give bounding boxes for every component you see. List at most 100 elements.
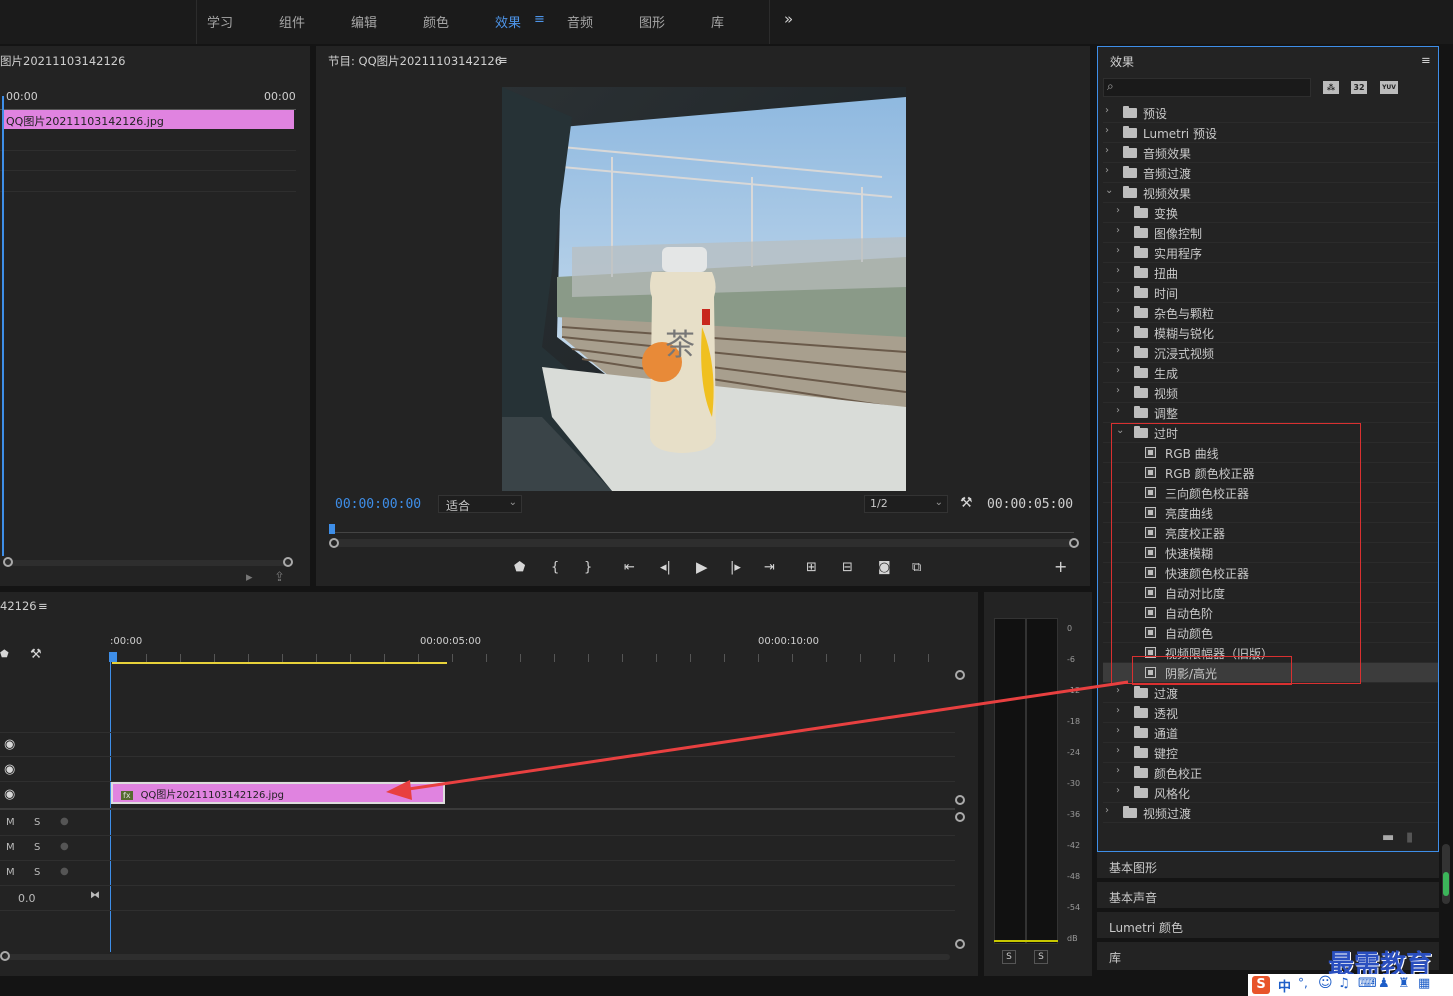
new-folder-icon[interactable]: ▬ [1382, 831, 1394, 845]
export-frame-icon[interactable]: ◙ [878, 561, 891, 575]
workspace-tab-color[interactable]: 颜色 [423, 12, 449, 31]
effects-tree-item[interactable]: ⌄ 过时 [1103, 423, 1438, 443]
32bit-effects-icon[interactable]: 32 [1351, 81, 1367, 94]
go-to-out-icon[interactable]: ⇥ [764, 561, 775, 575]
chevron-down-icon[interactable]: ⌄ [1105, 185, 1113, 196]
ime-language-toggle[interactable]: 中 [1278, 976, 1291, 995]
scroll-handle[interactable] [955, 939, 965, 949]
microphone-icon[interactable]: ● [60, 816, 69, 827]
solo-button[interactable]: S [34, 867, 40, 878]
program-scrollbar[interactable] [332, 539, 1074, 547]
accelerated-effects-icon[interactable]: ⁂ [1323, 81, 1339, 94]
effects-tree-item[interactable]: › 杂色与颗粒 [1103, 303, 1438, 323]
skin-icon[interactable]: ♜ [1398, 976, 1410, 991]
zoom-dropdown[interactable]: 适合 ⌄ [438, 495, 522, 513]
eye-icon[interactable]: ◉ [4, 738, 15, 752]
mute-button[interactable]: M [6, 867, 15, 878]
insert-icon[interactable]: ▸ [246, 571, 253, 585]
emoji-icon[interactable]: ☺ [1318, 975, 1333, 991]
punctuation-icon[interactable]: °, [1298, 976, 1308, 990]
effects-tree-item[interactable]: RGB 颜色校正器 [1103, 463, 1438, 483]
effects-tree-item[interactable]: › 透视 [1103, 703, 1438, 723]
mute-button[interactable]: M [6, 842, 15, 853]
program-ruler[interactable] [332, 532, 1074, 533]
meter-solo-left[interactable]: S [1002, 950, 1016, 964]
timeline-playhead-head[interactable] [109, 652, 117, 662]
effects-tree-item[interactable]: › 图像控制 [1103, 223, 1438, 243]
effects-tree-item[interactable]: › 颜色校正 [1103, 763, 1438, 783]
microphone-icon[interactable]: ● [60, 841, 69, 852]
effects-tree-item[interactable]: 自动颜色 [1103, 623, 1438, 643]
eye-icon[interactable]: ◉ [4, 788, 15, 802]
chevron-right-icon[interactable]: › [1116, 205, 1120, 216]
step-forward-icon[interactable]: |▸ [730, 561, 741, 575]
panel-essential-sound[interactable]: 基本声音 [1097, 882, 1439, 910]
effects-tree-item[interactable]: › 时间 [1103, 283, 1438, 303]
program-playhead-timecode[interactable]: 00:00:00:00 [335, 497, 421, 512]
timeline-horizontal-scrollbar[interactable] [4, 954, 950, 960]
chevron-right-icon[interactable]: › [1116, 785, 1120, 796]
mark-in-icon[interactable]: { [551, 561, 559, 575]
chevron-right-icon[interactable]: › [1116, 325, 1120, 336]
effects-tree-item[interactable]: › 视频 [1103, 383, 1438, 403]
effects-tree-item[interactable]: › 扭曲 [1103, 263, 1438, 283]
chevron-right-icon[interactable]: › [1116, 285, 1120, 296]
chevron-right-icon[interactable]: › [1116, 245, 1120, 256]
mark-out-icon[interactable]: } [584, 561, 592, 575]
chevron-right-icon[interactable]: › [1116, 345, 1120, 356]
master-volume[interactable]: 0.0 [18, 892, 36, 905]
trash-icon[interactable]: ▮ [1406, 831, 1413, 845]
chevron-right-icon[interactable]: › [1116, 405, 1120, 416]
more-workspaces-icon[interactable]: » [784, 10, 793, 28]
workspace-tab-assembly[interactable]: 组件 [279, 12, 305, 31]
effects-tree-item[interactable]: › 实用程序 [1103, 243, 1438, 263]
effects-tree-item[interactable]: 三向颜色校正器 [1103, 483, 1438, 503]
chevron-right-icon[interactable]: › [1116, 745, 1120, 756]
chevron-right-icon[interactable]: › [1105, 165, 1109, 176]
chevron-right-icon[interactable]: › [1116, 265, 1120, 276]
microphone-icon[interactable]: ♫ [1338, 976, 1350, 991]
solo-button[interactable]: S [34, 842, 40, 853]
effects-search[interactable]: ⌕ [1103, 78, 1311, 97]
workspace-tab-effects[interactable]: 效果 [495, 12, 521, 31]
effects-tree-item[interactable]: 阴影/高光 [1103, 663, 1438, 683]
effects-tree-item[interactable]: › 模糊与锐化 [1103, 323, 1438, 343]
chevron-right-icon[interactable]: › [1116, 365, 1120, 376]
eye-icon[interactable]: ◉ [4, 763, 15, 777]
source-scroll-handle-left[interactable] [3, 557, 13, 567]
chevron-right-icon[interactable]: › [1116, 725, 1120, 736]
workspace-tab-edit[interactable]: 编辑 [351, 12, 377, 31]
chevron-right-icon[interactable]: › [1116, 225, 1120, 236]
keyboard-icon[interactable]: ⌨ [1358, 976, 1377, 991]
timeline-playhead[interactable] [110, 662, 111, 952]
work-area-bar[interactable] [112, 662, 447, 664]
chevron-right-icon[interactable]: › [1105, 105, 1109, 116]
timeline-clip[interactable]: fx QQ图片20211103142126.jpg [111, 782, 445, 804]
play-icon[interactable]: ▶ [696, 560, 708, 575]
add-marker-icon[interactable]: ⬟ [514, 561, 525, 575]
program-playhead[interactable] [329, 524, 335, 534]
source-playhead[interactable] [2, 96, 4, 556]
wrench-icon[interactable]: ⚒ [960, 496, 973, 510]
chevron-right-icon[interactable]: › [1116, 705, 1120, 716]
master-track-icon[interactable]: ⧓ [90, 890, 100, 901]
effects-tree-item[interactable]: › 过渡 [1103, 683, 1438, 703]
chevron-right-icon[interactable]: › [1105, 145, 1109, 156]
program-scroll-handle-left[interactable] [329, 538, 339, 548]
export-icon[interactable]: ⇪ [274, 571, 285, 585]
chevron-right-icon[interactable]: › [1116, 765, 1120, 776]
toolbox-icon[interactable]: ▦ [1418, 976, 1430, 991]
panel-essential-graphics[interactable]: 基本图形 [1097, 852, 1439, 880]
microphone-icon[interactable]: ● [60, 866, 69, 877]
scroll-thumb[interactable] [1443, 872, 1449, 896]
effects-tree-item[interactable]: › 变换 [1103, 203, 1438, 223]
scroll-handle[interactable] [955, 670, 965, 680]
effects-tree-item[interactable]: › 键控 [1103, 743, 1438, 763]
program-scroll-handle-right[interactable] [1069, 538, 1079, 548]
lift-icon[interactable]: ⊞ [806, 561, 817, 575]
source-clip[interactable]: QQ图片20211103142126.jpg [3, 110, 294, 129]
effects-tree-item[interactable]: 亮度曲线 [1103, 503, 1438, 523]
timeline-ruler[interactable] [112, 654, 952, 662]
source-scrollbar[interactable] [4, 560, 290, 566]
extract-icon[interactable]: ⊟ [842, 561, 853, 575]
